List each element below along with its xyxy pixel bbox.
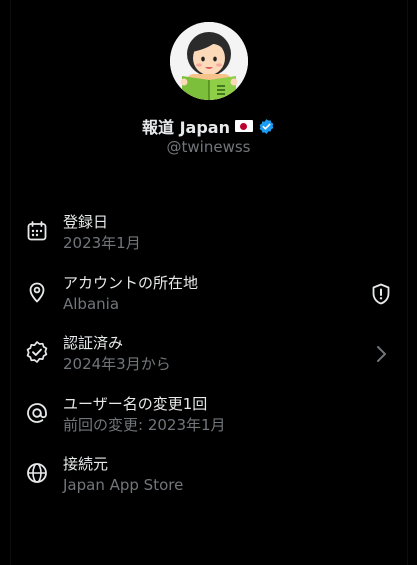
shield-alert-icon[interactable] xyxy=(369,282,393,306)
detail-value: Japan App Store xyxy=(63,476,184,494)
at-sign-icon xyxy=(27,402,47,423)
detail-row-connected-via: 接続元 Japan App Store xyxy=(0,450,417,511)
detail-row-joined: 登録日 2023年1月 xyxy=(0,208,417,269)
detail-row-username-changes: ユーザー名の変更1回 前回の変更: 2023年1月 xyxy=(0,390,417,451)
japan-flag-icon xyxy=(234,120,253,132)
detail-title: 認証済み xyxy=(63,334,124,352)
verified-badge-icon xyxy=(259,118,274,134)
chevron-right-icon[interactable] xyxy=(369,342,393,366)
detail-title: アカウントの所在地 xyxy=(63,273,199,292)
detail-value: 2023年1月 xyxy=(63,234,141,252)
detail-value: 前回の変更: 2023年1月 xyxy=(63,415,226,434)
avatar[interactable] xyxy=(170,22,248,100)
detail-value: Albania xyxy=(63,294,120,313)
detail-title: 接続元 xyxy=(63,455,109,473)
detail-value: 2024年3月から xyxy=(63,355,171,373)
detail-title: 登録日 xyxy=(63,213,109,231)
verified-check-icon xyxy=(26,341,48,363)
account-details-list: 登録日 2023年1月 アカウントの所在地 Albania 認証済み 2024年… xyxy=(0,208,417,511)
detail-row-location: アカウントの所在地 Albania xyxy=(0,269,417,330)
detail-title: ユーザー名の変更1回 xyxy=(63,394,208,413)
location-pin-icon xyxy=(29,282,45,302)
display-name: 報道 Japan xyxy=(142,118,230,137)
username-handle: @twinewss xyxy=(166,138,251,156)
avatar-girl-reading-book xyxy=(170,22,248,100)
detail-row-verified[interactable]: 認証済み 2024年3月から xyxy=(0,329,417,390)
profile-name-row: 報道 Japan xyxy=(0,114,417,138)
globe-icon xyxy=(27,463,47,483)
calendar-icon xyxy=(27,221,47,241)
